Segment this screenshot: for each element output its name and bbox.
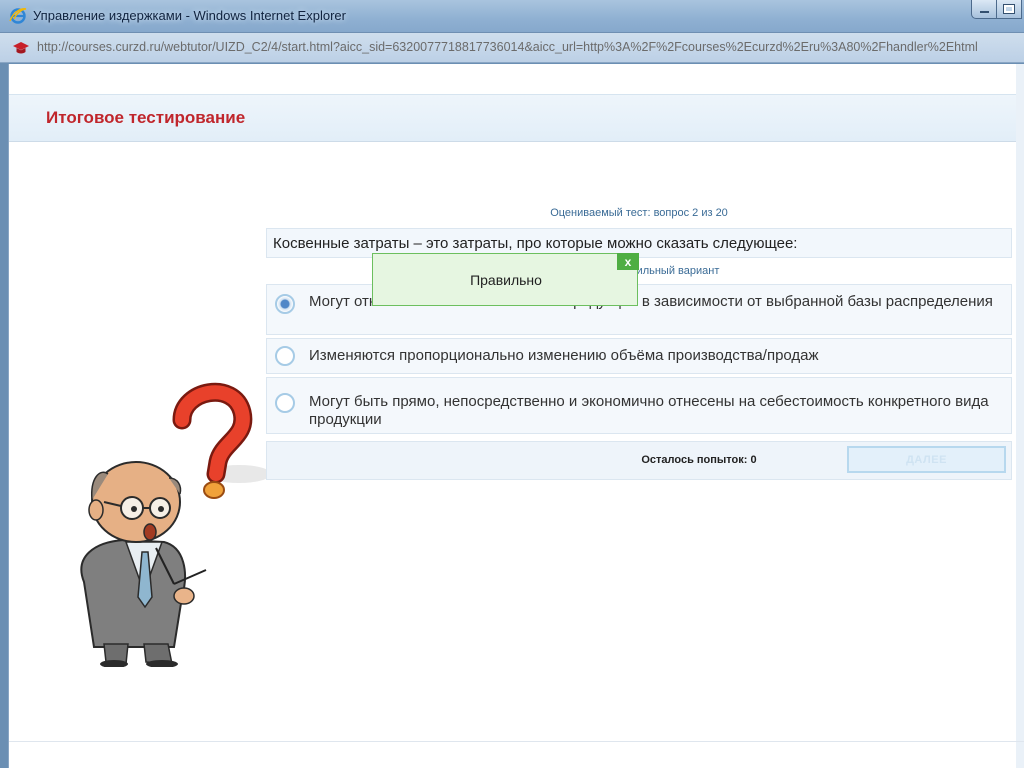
page-header: Итоговое тестирование xyxy=(9,94,1024,142)
page-title: Итоговое тестирование xyxy=(46,108,246,127)
vertical-scrollbar[interactable] xyxy=(1016,64,1024,768)
answer-option-text: Изменяются пропорционально изменению объ… xyxy=(309,347,819,364)
window-controls xyxy=(971,0,1022,19)
radio-button[interactable] xyxy=(275,346,295,366)
internet-explorer-icon xyxy=(9,8,27,24)
attempts-bar: Осталось попыток: 0 ДАЛЕЕ xyxy=(266,441,1012,480)
attempts-label: Осталось попыток: xyxy=(641,454,748,466)
question-mark-icon xyxy=(172,382,271,499)
page-viewport: Итоговое тестирование Оцениваемый тест: … xyxy=(8,64,1024,768)
minimize-button[interactable] xyxy=(971,0,997,19)
next-button[interactable]: ДАЛЕЕ xyxy=(847,446,1006,473)
attempts-count: 0 xyxy=(750,454,757,466)
radio-button[interactable] xyxy=(275,393,295,413)
window-title: Управление издержками - Windows Internet… xyxy=(33,8,346,23)
address-bar: http://courses.curzd.ru/webtutor/UIZD_C2… xyxy=(0,33,1024,63)
maximize-icon xyxy=(1003,4,1015,14)
maximize-button[interactable] xyxy=(997,0,1022,19)
question-counter: Оцениваемый тест: вопрос 2 из 20 xyxy=(550,207,728,219)
radio-button-selected[interactable] xyxy=(275,294,295,314)
window-titlebar: Управление издержками - Windows Internet… xyxy=(0,0,1024,33)
answer-option-3[interactable]: Могут быть прямо, непосредственно и экон… xyxy=(266,377,1012,434)
question-text: Косвенные затраты – это затраты, про кот… xyxy=(273,235,798,252)
answer-option-2[interactable]: Изменяются пропорционально изменению объ… xyxy=(266,338,1012,374)
close-popup-button[interactable]: x xyxy=(617,253,639,270)
answer-option-text: Могут быть прямо, непосредственно и экон… xyxy=(309,393,989,428)
graduation-cap-icon xyxy=(13,42,29,54)
minimize-icon xyxy=(979,11,989,13)
footer-divider xyxy=(9,741,1024,742)
feedback-popup: Правильно x xyxy=(372,253,639,306)
address-url[interactable]: http://courses.curzd.ru/webtutor/UIZD_C2… xyxy=(37,40,978,54)
thinking-man-illustration xyxy=(80,382,271,667)
feedback-message: Правильно xyxy=(470,272,542,288)
